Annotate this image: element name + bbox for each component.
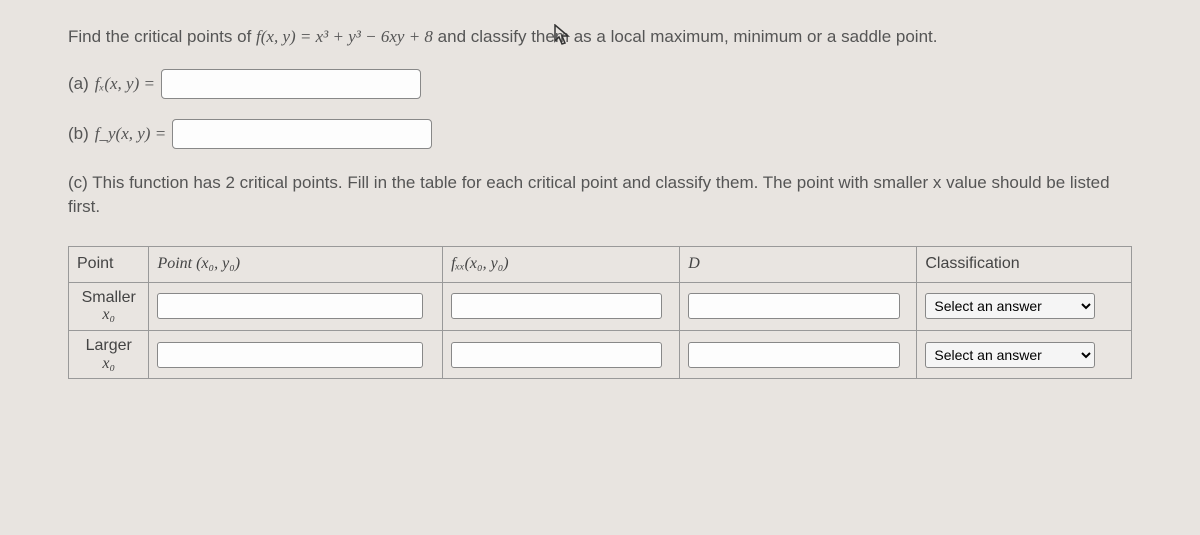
- fxx-input-larger[interactable]: [451, 342, 662, 368]
- fxx-input-smaller[interactable]: [451, 293, 662, 319]
- part-c-text: (c) This function has 2 critical points.…: [68, 171, 1132, 219]
- critical-points-table: Point Point (x₀, y₀) fₓₓ(x₀, y₀) D Class…: [68, 246, 1132, 379]
- part-b-label: (b): [68, 122, 89, 146]
- part-a-expr: fₓ(x, y) =: [95, 72, 155, 96]
- classification-select-smaller[interactable]: Select an answer: [925, 293, 1095, 319]
- row-label-bottom-0: x₀: [102, 306, 115, 323]
- header-classification: Classification: [917, 247, 1132, 282]
- point-input-smaller[interactable]: [157, 293, 423, 319]
- part-a-label: (a): [68, 72, 89, 96]
- header-coord: Point (x₀, y₀): [157, 255, 240, 272]
- part-b-expr: f_y(x, y) =: [95, 122, 166, 146]
- problem-statement: Find the critical points of f(x, y) = x³…: [68, 25, 1132, 49]
- header-point: Point: [69, 247, 149, 282]
- d-input-larger[interactable]: [688, 342, 899, 368]
- point-input-larger[interactable]: [157, 342, 423, 368]
- problem-function: f(x, y) = x³ + y³ − 6xy + 8: [256, 27, 433, 46]
- problem-intro-pre: Find the critical points of: [68, 27, 256, 46]
- table-header-row: Point Point (x₀, y₀) fₓₓ(x₀, y₀) D Class…: [69, 247, 1132, 282]
- table-row: Smaller x₀ Select an answer: [69, 282, 1132, 330]
- header-fxx: fₓₓ(x₀, y₀): [451, 255, 509, 272]
- row-label-larger: Larger x₀: [69, 330, 149, 378]
- critical-points-table-wrap: Point Point (x₀, y₀) fₓₓ(x₀, y₀) D Class…: [68, 246, 1132, 379]
- row-label-smaller: Smaller x₀: [69, 282, 149, 330]
- header-d: D: [688, 255, 700, 272]
- row-label-top-1: Larger: [86, 337, 132, 354]
- fy-input[interactable]: [172, 119, 432, 149]
- d-input-smaller[interactable]: [688, 293, 899, 319]
- row-label-bottom-1: x₀: [102, 355, 115, 372]
- question-container: Find the critical points of f(x, y) = x³…: [0, 0, 1200, 404]
- table-row: Larger x₀ Select an answer: [69, 330, 1132, 378]
- part-a: (a) fₓ(x, y) =: [68, 69, 1132, 99]
- part-b: (b) f_y(x, y) =: [68, 119, 1132, 149]
- classification-select-larger[interactable]: Select an answer: [925, 342, 1095, 368]
- problem-intro-post: and classify them as a local maximum, mi…: [438, 27, 938, 46]
- row-label-top-0: Smaller: [82, 289, 136, 306]
- fx-input[interactable]: [161, 69, 421, 99]
